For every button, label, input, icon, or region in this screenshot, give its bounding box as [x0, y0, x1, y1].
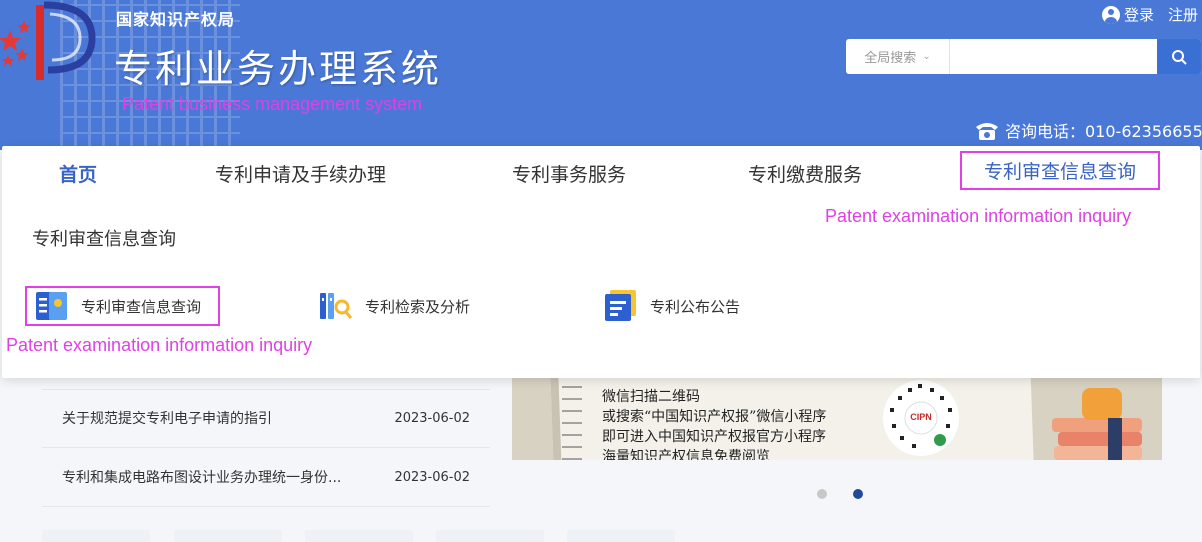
- nav-item-home[interactable]: 首页: [59, 160, 97, 187]
- system-title: 专利业务办理系统: [114, 47, 443, 91]
- news-title: 专利和集成电路布图设计业务办理统一身份...: [62, 470, 342, 486]
- news-date: 2023-06-02: [394, 410, 470, 426]
- search-scope-select[interactable]: 全局搜索 ⌄: [846, 39, 950, 74]
- news-date: 2023-06-02: [394, 469, 470, 485]
- news-item[interactable]: 关于规范提交专利电子申请的指引 2023-06-02: [42, 389, 490, 448]
- header-bar: 国家知识产权局 专利业务办理系统 Patent business managem…: [0, 0, 1202, 150]
- carousel-dots: [817, 489, 863, 499]
- announcement-document-icon: [605, 290, 636, 321]
- search-scope-label: 全局搜索: [864, 51, 917, 66]
- org-name: 国家知识产权局: [116, 10, 236, 29]
- nav-item-patent-fees[interactable]: 专利缴费服务: [748, 160, 862, 187]
- sublink-label: 专利审查信息查询: [81, 297, 202, 316]
- nav-item-examination-query[interactable]: 专利审查信息查询: [960, 151, 1161, 190]
- qr-code-icon: CIPN: [883, 380, 959, 456]
- user-links: 登录 注册: [1101, 4, 1202, 25]
- banner-notebook-rings: [562, 378, 582, 460]
- sublink-publication[interactable]: 专利公布公告: [604, 286, 740, 326]
- books-illustration: [1052, 388, 1142, 460]
- dropdown-annotation: Patent examination information inquiry: [6, 335, 313, 355]
- sublink-label: 专利检索及分析: [365, 297, 471, 316]
- quick-tile[interactable]: [174, 530, 282, 542]
- hotline: 咨询电话：010-62356655: [973, 118, 1202, 142]
- chevron-down-icon: ⌄: [922, 51, 931, 62]
- register-link[interactable]: 注册: [1168, 4, 1202, 25]
- user-icon: [1101, 5, 1120, 24]
- promo-banner[interactable]: 微信扫描二维码 或搜索“中国知识产权报”微信小程序 即可进入中国知识产权报官方小…: [512, 378, 1162, 460]
- sublink-patent-search[interactable]: 专利检索及分析: [319, 286, 470, 326]
- nav-item-patent-application[interactable]: 专利申请及手续办理: [215, 160, 386, 187]
- carousel-dot[interactable]: [817, 489, 827, 499]
- banner-line: 即可进入中国知识产权报官方小程序: [602, 429, 826, 445]
- system-subtitle-annotation: Patent business management system: [122, 94, 423, 114]
- quick-tile[interactable]: [305, 530, 413, 542]
- nav-dropdown-panel: 首页 专利申请及手续办理 专利事务服务 专利缴费服务 专利审查信息查询 Pate…: [2, 146, 1200, 378]
- document-book-icon: [36, 292, 67, 320]
- dropdown-heading: 专利审查信息查询: [32, 229, 176, 250]
- search-button[interactable]: [1157, 39, 1201, 74]
- nav-item-patent-affairs[interactable]: 专利事务服务: [512, 160, 626, 187]
- search-icon: [1172, 49, 1187, 65]
- global-search-bar: 全局搜索 ⌄: [846, 39, 1201, 74]
- telephone-icon: [976, 123, 998, 140]
- cnipa-logo: [0, 1, 96, 80]
- sublink-examination-query[interactable]: 专利审查信息查询: [25, 286, 221, 326]
- books-search-icon: [320, 293, 353, 319]
- sublink-label: 专利公布公告: [650, 297, 741, 316]
- carousel-dot-active[interactable]: [853, 489, 863, 499]
- news-item[interactable]: 专利和集成电路布图设计业务办理统一身份... 2023-06-02: [42, 448, 490, 507]
- quick-tile[interactable]: [42, 530, 150, 542]
- hotline-text: 咨询电话：010-62356655: [1005, 122, 1202, 141]
- login-label: 登录: [1123, 6, 1154, 24]
- qr-label: CIPN: [910, 412, 932, 422]
- banner-line: 海量知识产权信息免费阅览: [602, 449, 770, 460]
- news-title: 关于规范提交专利电子申请的指引: [62, 411, 272, 427]
- nav-annotation: Patent examination information inquiry: [825, 206, 1132, 226]
- banner-line: 或搜索“中国知识产权报”微信小程序: [602, 409, 827, 425]
- banner-line: 微信扫描二维码: [602, 389, 700, 405]
- login-link[interactable]: 登录: [1101, 4, 1154, 25]
- quick-tile[interactable]: [567, 530, 675, 542]
- quick-tile[interactable]: [436, 530, 544, 542]
- search-input[interactable]: [950, 39, 1157, 74]
